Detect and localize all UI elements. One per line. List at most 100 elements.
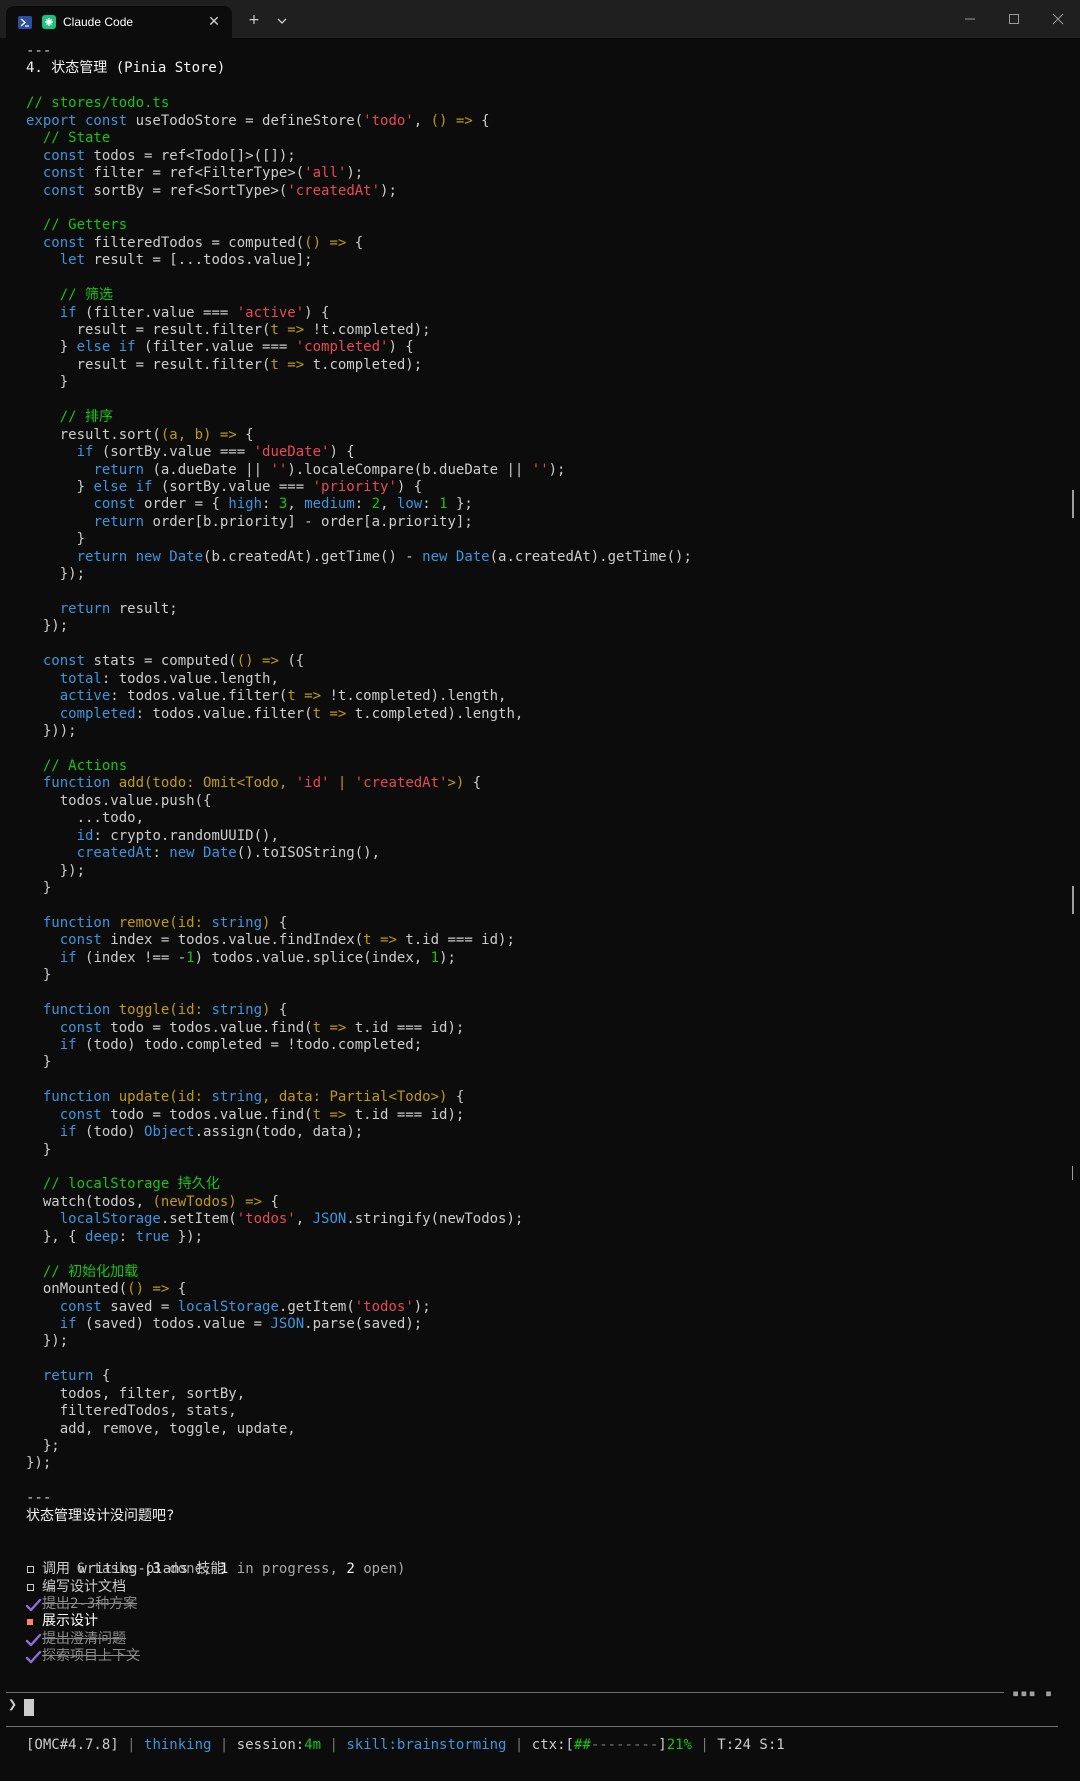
code-token: (newTodos) => <box>152 1193 263 1210</box>
code-token: } <box>26 374 69 391</box>
code-line: id: crypto.randomUUID(), <box>26 828 692 845</box>
check-icon <box>25 1633 42 1646</box>
task-open-count: 2 <box>346 1561 355 1578</box>
status-separator: | <box>321 1737 347 1753</box>
close-icon <box>1052 13 1064 25</box>
code-line: } <box>26 880 692 897</box>
code-line: }); <box>26 1455 692 1472</box>
code-line: }); <box>26 618 692 635</box>
scroll-marker <box>1072 1166 1073 1180</box>
code-token: todos.value.push({ <box>26 792 212 809</box>
code-token: // 筛选 <box>59 287 114 304</box>
code-token: , <box>380 496 397 513</box>
status-ts: T:24 S:1 <box>717 1737 785 1753</box>
code-line: return result; <box>26 601 692 618</box>
code-token: 'dueDate' <box>253 444 330 461</box>
code-token: 'createdAt' <box>287 182 381 199</box>
code-token: active <box>59 688 111 705</box>
code-token: const <box>42 147 94 164</box>
input-cursor[interactable] <box>24 1699 34 1716</box>
code-token: todo = todos.value.find( <box>110 1019 313 1036</box>
code-token: createdAt <box>76 845 153 862</box>
code-line: const stats = computed(() => ({ <box>26 653 692 670</box>
code-token: return <box>93 461 153 478</box>
code-token: // State <box>42 130 111 147</box>
code-token: } <box>26 478 94 495</box>
code-token: function <box>42 914 119 931</box>
code-token: // localStorage 持久化 <box>42 1176 220 1193</box>
maximize-button[interactable] <box>1002 8 1026 30</box>
code-token: else if <box>76 339 145 356</box>
separator-line: --- <box>26 1490 52 1507</box>
code-line: // stores/todo.ts <box>26 95 692 112</box>
code-token: else if <box>93 478 161 495</box>
code-line: }); <box>26 566 692 583</box>
code-token: if <box>59 1315 86 1332</box>
code-token: // 排序 <box>59 409 114 426</box>
code-token: 'completed' <box>295 339 389 356</box>
scroll-marker <box>1072 886 1074 914</box>
task-list: 6 tasks (3 done, 1 in progress, 2 open) … <box>25 1544 406 1666</box>
maximize-icon <box>1009 14 1019 24</box>
code-line: const filteredTodos = computed(() => { <box>26 235 692 252</box>
code-token: : todos.value.filter( <box>110 688 288 705</box>
code-token: result; <box>118 601 178 617</box>
code-token: : todos.value.filter( <box>135 705 313 722</box>
code-token: ); <box>548 461 566 478</box>
minimize-button[interactable] <box>958 8 982 30</box>
status-separator: | <box>691 1737 718 1753</box>
code-token: } <box>26 967 52 984</box>
prompt-caret: ❯ <box>8 1695 18 1713</box>
code-token: ) { <box>304 304 330 321</box>
code-token: () => <box>430 112 473 129</box>
minimize-icon <box>965 18 975 20</box>
code-token: { <box>101 1368 111 1385</box>
code-token: add, remove, toggle, update, <box>26 1420 296 1437</box>
code-token: }; <box>447 496 473 513</box>
status-line: [OMC#4.7.8] | thinking | session:4m | sk… <box>26 1735 785 1755</box>
code-line: }); <box>26 863 692 880</box>
task-summary: 6 tasks (3 done, 1 in progress, 2 open) <box>26 1544 406 1577</box>
code-line: return new Date(b.createdAt).getTime() -… <box>26 549 692 566</box>
code-token: if <box>59 1036 86 1053</box>
code-token: localStorage <box>177 1298 279 1315</box>
window-close-button[interactable] <box>1046 8 1070 30</box>
code-line: function remove(id: string) { <box>26 915 692 932</box>
status-mode: thinking <box>144 1737 212 1753</box>
new-tab-button[interactable]: + <box>244 10 264 30</box>
code-token: string <box>211 1089 263 1106</box>
tab-close-icon[interactable]: ✕ <box>206 14 222 30</box>
code-line: const sortBy = ref<SortType>('createdAt'… <box>26 183 692 200</box>
code-token: t.id === id); <box>396 932 515 949</box>
tab-claude-code[interactable]: Claude Code ✕ <box>6 6 232 38</box>
code-token: '' <box>270 461 288 478</box>
code-line: // 初始化加载 <box>26 1264 692 1281</box>
code-token: saved = <box>110 1298 178 1315</box>
code-token: // 初始化加载 <box>42 1263 139 1280</box>
code-token: true <box>135 1228 170 1245</box>
code-line: if (index !== -1) todos.value.splice(ind… <box>26 950 692 967</box>
code-token: // Actions <box>42 757 128 774</box>
ctx-percent: 21% <box>666 1737 692 1753</box>
code-token: { <box>270 1002 288 1019</box>
code-token: todo = todos.value.find( <box>110 1106 313 1123</box>
code-token: add(todo: Omit<Todo, <box>118 775 296 792</box>
code-line: }); <box>26 1333 692 1350</box>
code-line: return (a.dueDate || '').localeCompare(b… <box>26 462 692 479</box>
code-token: return new <box>76 548 170 565</box>
code-token: order = { <box>144 496 229 513</box>
code-token: .stringify(newTodos); <box>346 1211 524 1228</box>
code-token: // Getters <box>42 217 128 234</box>
code-token: result.sort( <box>26 426 161 443</box>
code-line: active: todos.value.filter(t => !t.compl… <box>26 688 692 705</box>
code-token: (a.dueDate || <box>152 461 271 478</box>
more-indicator: ▪▪▪ ▪ <box>1012 1686 1054 1700</box>
terminal-output[interactable]: --- 4. 状态管理 (Pinia Store)// stores/todo.t… <box>0 38 1074 1781</box>
tab-dropdown-button[interactable] <box>272 10 292 30</box>
